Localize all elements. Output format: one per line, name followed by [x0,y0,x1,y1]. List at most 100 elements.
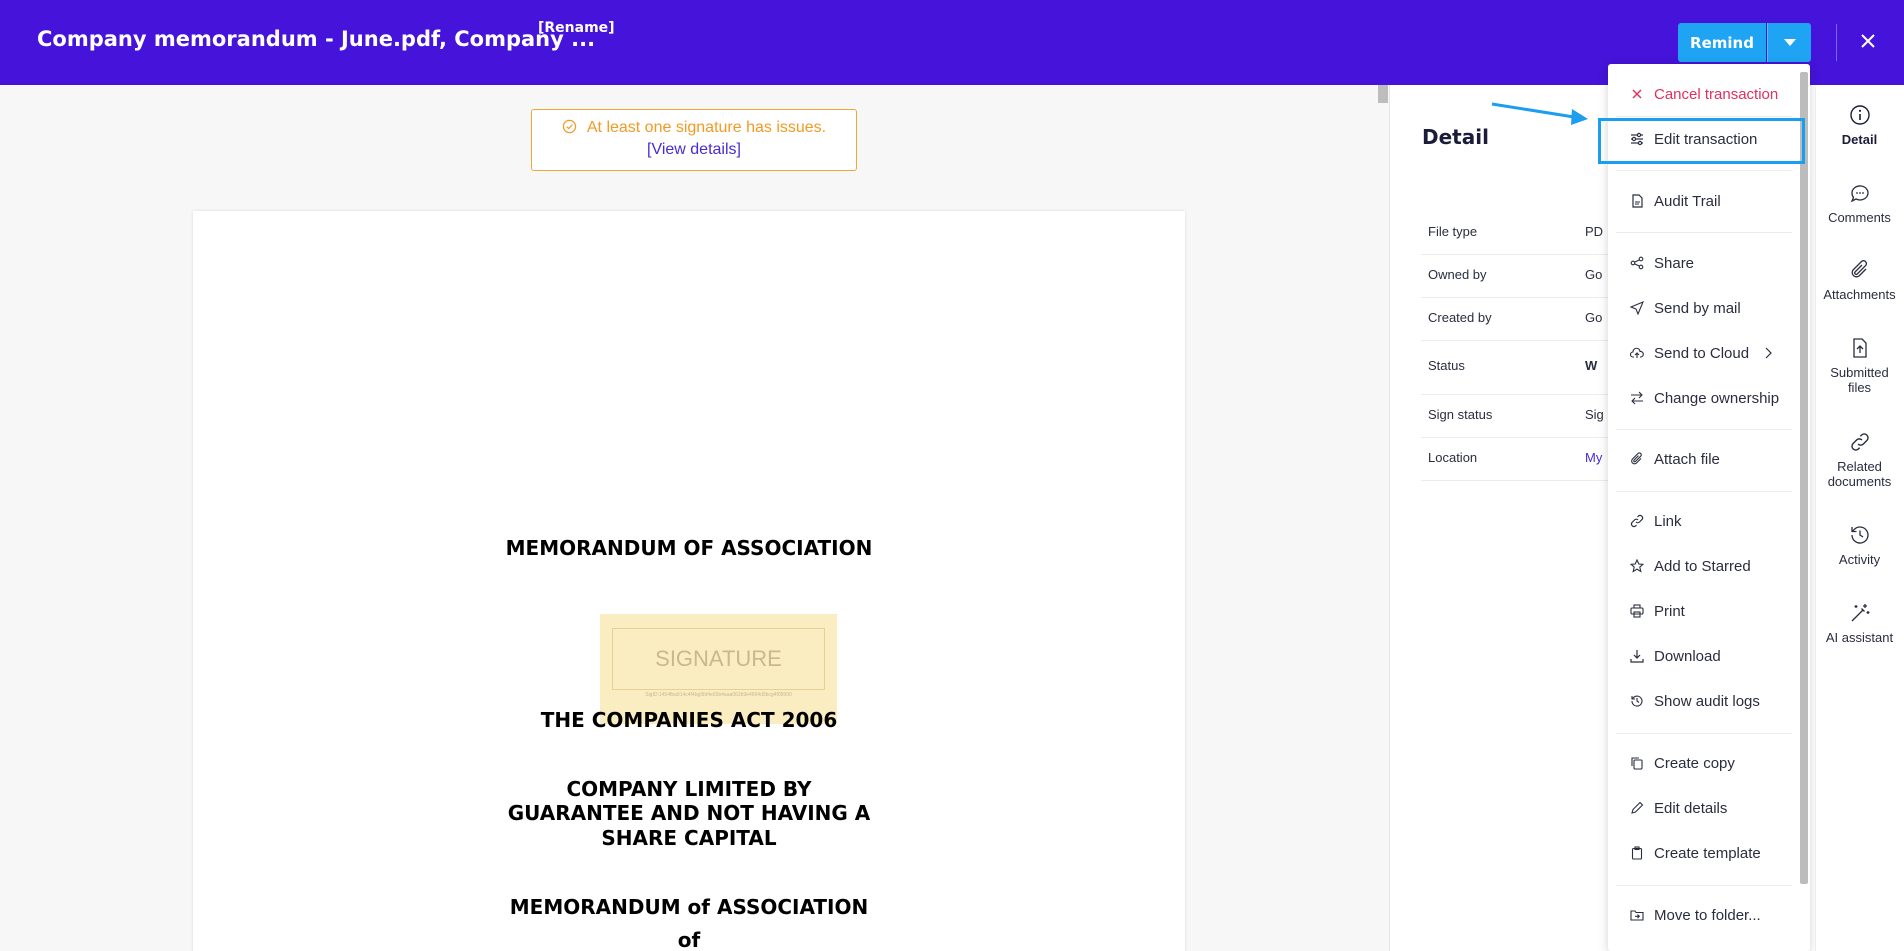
detail-key: Created by [1428,310,1492,325]
detail-value: Go [1585,310,1603,325]
share-icon [1630,256,1644,270]
link-icon [1630,514,1644,528]
rail-item-activity[interactable]: Activity [1815,524,1904,567]
menu-divider [1616,429,1792,430]
detail-value: PD [1585,224,1604,239]
detail-key: Location [1428,450,1478,465]
signature-warning: At least one signature has issues. [View… [531,109,857,171]
menu-item-change-ownership[interactable]: Change ownership [1630,383,1800,413]
menu-item-download[interactable]: Download [1630,641,1800,671]
rail-item-submitted-files[interactable]: Submitted files [1815,337,1904,395]
doc-heading-memorandum: MEMORANDUM OF ASSOCIATION [505,536,873,560]
remind-button[interactable]: Remind [1678,23,1766,62]
comment-icon [1850,185,1869,203]
page-title: Company memorandum - June.pdf, Company .… [37,27,596,51]
menu-scrollbar[interactable] [1800,72,1808,884]
menu-item-send-to-cloud[interactable]: Send to Cloud [1630,338,1800,368]
menu-item-label: Move to folder... [1654,906,1761,924]
file-upload-icon [1852,338,1867,358]
menu-item-create-template[interactable]: Create template [1630,838,1800,868]
detail-value: Go [1585,267,1603,282]
doc-heading-memorandum-of: MEMORANDUM of ASSOCIATION [509,895,869,919]
menu-item-show-audit-logs[interactable]: Show audit logs [1630,686,1800,716]
menu-divider [1616,885,1792,886]
menu-item-label: Audit Trail [1654,192,1721,210]
rail-item-label: AI assistant [1825,630,1894,645]
menu-item-move-to-folder[interactable]: Move to folder... [1630,900,1800,930]
magic-wand-icon [1851,604,1869,622]
menu-item-label: Create copy [1654,754,1735,772]
menu-item-link[interactable]: Link [1630,506,1800,536]
paperclip-icon [1631,452,1642,465]
rail-item-label: Related documents [1827,459,1892,489]
star-icon [1630,559,1644,573]
highlight-annotation-box [1598,118,1805,164]
menu-divider [1616,491,1792,492]
menu-divider [1616,116,1792,117]
signature-label: SIGNATURE [655,646,782,671]
pencil-icon [1631,801,1644,814]
history-icon [1631,695,1643,707]
history-icon [1850,526,1869,544]
menu-item-label: Edit details [1654,799,1728,817]
close-icon [1632,89,1642,99]
rail-item-ai-assistant[interactable]: AI assistant [1815,602,1904,645]
menu-item-attach-file[interactable]: Attach file [1630,444,1800,474]
paperclip-icon [1851,260,1867,278]
detail-key: File type [1428,224,1478,239]
menu-item-label: Attach file [1654,450,1720,468]
viewer-scrollbar[interactable] [1378,85,1388,103]
rail-item-label: Attachments [1823,287,1896,302]
info-icon [1849,105,1870,125]
detail-title: Detail [1422,125,1489,149]
view-details-link[interactable]: [View details] [532,141,856,159]
menu-item-audit-trail[interactable]: Audit Trail [1630,186,1800,216]
detail-key: Sign status [1428,407,1493,422]
rail-item-related-documents[interactable]: Related documents [1815,431,1904,489]
menu-item-label: Send by mail [1654,299,1741,317]
menu-item-label: Download [1654,647,1721,665]
menu-item-add-to-starred[interactable]: Add to Starred [1630,551,1800,581]
close-icon[interactable] [1855,28,1881,54]
menu-item-label: Create template [1654,844,1761,862]
menu-divider [1616,232,1792,233]
menu-item-label: Add to Starred [1654,557,1751,575]
menu-item-label: Cancel transaction [1654,85,1779,103]
doc-heading-companies-act: THE COMPANIES ACT 2006 [540,708,838,732]
menu-divider [1616,170,1792,171]
rail-item-label: Activity [1838,552,1881,567]
menu-item-cancel-transaction[interactable]: Cancel transaction [1630,79,1800,109]
signature-id: SigID:1454fba914c4f4bg9fd4e65b4aaa062b9e… [645,692,792,698]
detail-value-link[interactable]: My [1585,450,1602,465]
menu-item-label: Share [1654,254,1695,272]
doc-heading-of: of [677,928,701,951]
rename-link[interactable]: [Rename] [538,20,615,36]
detail-key: Status [1428,358,1465,373]
menu-item-share[interactable]: Share [1630,248,1800,278]
swap-icon [1631,391,1643,405]
doc-heading-company-line-1: COMPANY LIMITED BY [566,777,812,801]
chevron-right-icon [1765,347,1772,359]
send-icon [1630,301,1644,315]
rail-item-detail[interactable]: Detail [1815,104,1904,147]
header-divider [1836,24,1837,61]
cloud-upload-icon [1630,347,1644,358]
menu-item-label: Change ownership [1654,389,1780,407]
printer-icon [1630,604,1644,618]
remind-dropdown-toggle[interactable] [1767,23,1811,62]
menu-item-edit-details[interactable]: Edit details [1630,793,1800,823]
rail-item-label: Comments [1828,210,1891,225]
download-icon [1630,650,1644,663]
folder-move-icon [1630,910,1644,921]
detail-value: W [1585,358,1598,373]
menu-item-create-copy[interactable]: Create copy [1630,748,1800,778]
rail-item-attachments[interactable]: Attachments [1815,259,1904,302]
annotation-arrow [1491,102,1588,125]
menu-item-send-by-mail[interactable]: Send by mail [1630,293,1800,323]
menu-item-print[interactable]: Print [1630,596,1800,626]
detail-value: Sig [1585,407,1604,422]
rail-item-label: Detail [1841,132,1878,147]
rail-item-comments[interactable]: Comments [1815,182,1904,225]
menu-divider [1616,733,1792,734]
menu-item-label: Send to Cloud [1654,344,1750,362]
